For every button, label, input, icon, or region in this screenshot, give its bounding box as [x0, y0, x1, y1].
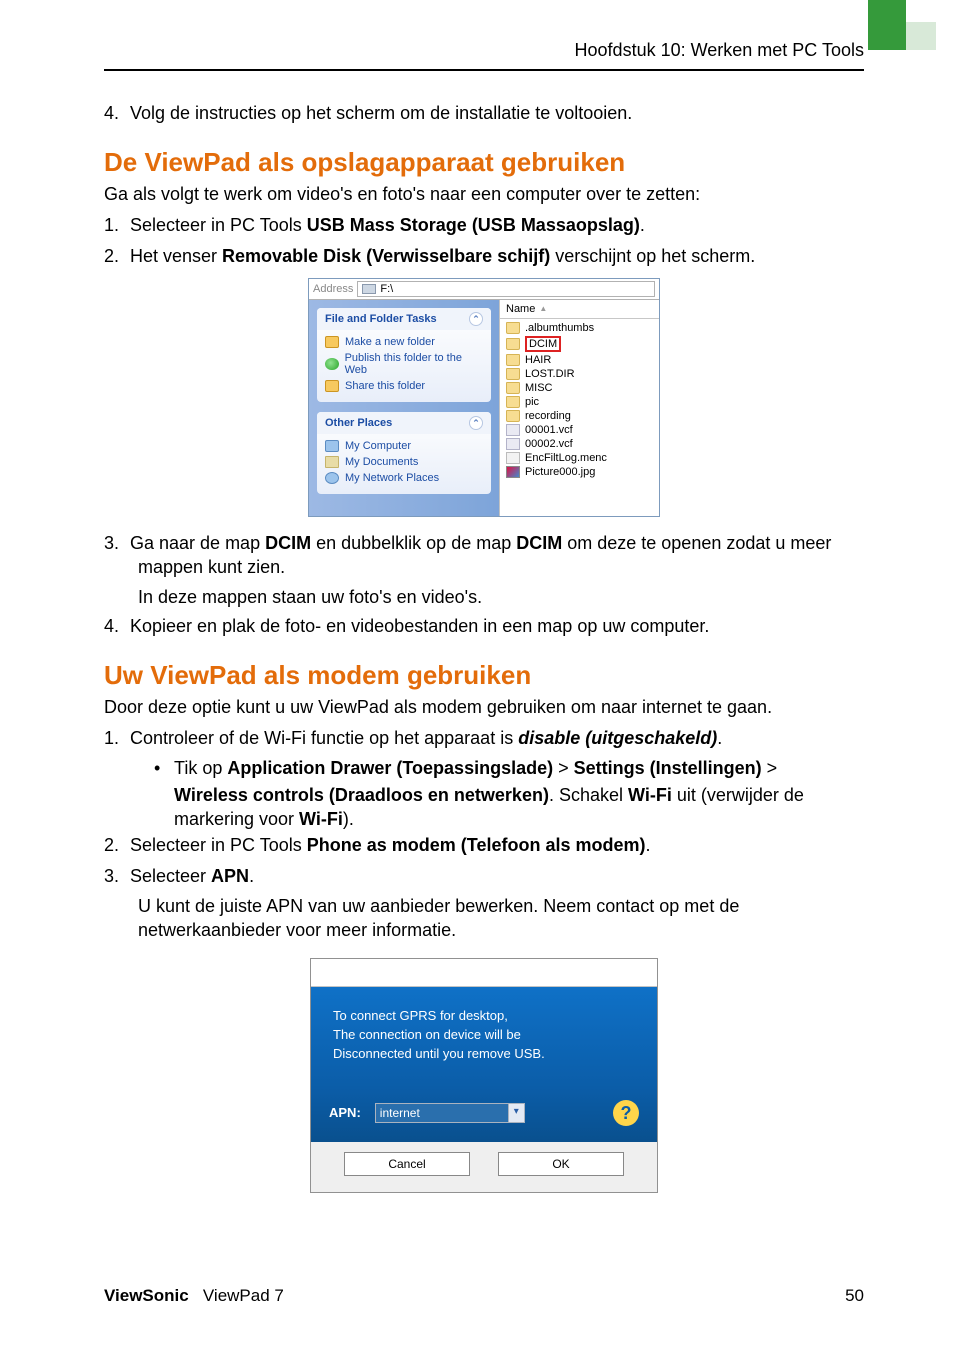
- documents-icon: [325, 456, 339, 468]
- name-column-header[interactable]: Name ▲: [500, 300, 659, 319]
- section2-lead: Door deze optie kunt u uw ViewPad als mo…: [104, 697, 864, 718]
- tasks-panel-head[interactable]: File and Folder Tasks ⌃: [317, 308, 491, 330]
- bullet-icon: •: [154, 756, 174, 780]
- places-panel: Other Places ⌃ My Computer My Documents …: [317, 412, 491, 494]
- file-icon: [506, 452, 520, 464]
- explorer-sidebar: File and Folder Tasks ⌃ Make a new folde…: [309, 300, 499, 516]
- apn-value: internet: [376, 1104, 508, 1122]
- places-panel-head[interactable]: Other Places ⌃: [317, 412, 491, 434]
- explorer-window: Address F:\ File and Folder Tasks ⌃ Make…: [308, 278, 660, 517]
- file-list-pane: Name ▲ .albumthumbs DCIM HAIR LOST.DIR M…: [499, 300, 659, 516]
- sec2-step1-bullet-cont: Wireless controls (Draadloos en netwerke…: [104, 783, 864, 832]
- section2-title: Uw ViewPad als modem gebruiken: [104, 660, 864, 691]
- section1-title: De ViewPad als opslagapparaat gebruiken: [104, 147, 864, 178]
- network-icon: [325, 472, 339, 484]
- place-my-computer[interactable]: My Computer: [325, 438, 483, 454]
- sec1-step4: 4.Kopieer en plak de foto- en videobesta…: [104, 614, 864, 638]
- sec1-step1: 1.Selecteer in PC Tools USB Mass Storage…: [104, 213, 864, 237]
- file-row[interactable]: recording: [506, 409, 653, 423]
- dialog-message: To connect GPRS for desktop, The connect…: [311, 987, 657, 1088]
- sec1-step2: 2.Het venser Removable Disk (Verwisselba…: [104, 244, 864, 268]
- folder-icon: [506, 338, 520, 350]
- drive-field[interactable]: F:\: [357, 281, 655, 297]
- file-row[interactable]: LOST.DIR: [506, 367, 653, 381]
- apn-dialog: To connect GPRS for desktop, The connect…: [310, 958, 658, 1193]
- intro-step-4: 4.Volg de instructies op het scherm om d…: [104, 101, 864, 125]
- file-row[interactable]: 00001.vcf: [506, 423, 653, 437]
- folder-icon: [506, 368, 520, 380]
- header-rule: [104, 69, 864, 71]
- sec2-step2: 2.Selecteer in PC Tools Phone as modem (…: [104, 833, 864, 857]
- dialog-buttons: Cancel OK: [311, 1142, 657, 1192]
- file-row[interactable]: pic: [506, 395, 653, 409]
- my-computer-icon: [325, 440, 339, 452]
- file-row[interactable]: EncFiltLog.menc: [506, 451, 653, 465]
- corner-accent: [868, 0, 906, 50]
- dialog-titlebar: [311, 959, 657, 987]
- help-icon[interactable]: ?: [613, 1100, 639, 1126]
- share-icon: [325, 380, 339, 392]
- sec2-step1-bullet: •Tik op Application Drawer (Toepassingsl…: [104, 756, 864, 780]
- ok-button[interactable]: OK: [498, 1152, 624, 1176]
- collapse-icon[interactable]: ⌃: [469, 312, 483, 326]
- place-my-documents[interactable]: My Documents: [325, 454, 483, 470]
- task-share[interactable]: Share this folder: [325, 378, 483, 394]
- vcf-icon: [506, 424, 520, 436]
- dropdown-icon[interactable]: ▾: [508, 1104, 524, 1122]
- folder-icon: [506, 322, 520, 334]
- dcim-highlight: DCIM: [525, 336, 561, 352]
- section1-lead: Ga als volgt te werk om video's en foto'…: [104, 184, 864, 205]
- collapse-icon[interactable]: ⌃: [469, 416, 483, 430]
- sec2-step1: 1.Controleer of de Wi-Fi functie op het …: [104, 726, 864, 750]
- folder-icon: [506, 410, 520, 422]
- step-number: 4.: [104, 101, 130, 125]
- address-label: Address: [313, 283, 353, 295]
- sec2-step3: 3.Selecteer APN.: [104, 864, 864, 888]
- folder-icon: [506, 382, 520, 394]
- sec1-step3-sub: In deze mappen staan uw foto's en video'…: [104, 585, 864, 609]
- page-footer: ViewSonic ViewPad 7 50: [104, 1286, 864, 1306]
- chapter-header: Hoofdstuk 10: Werken met PC Tools: [104, 40, 864, 61]
- apn-row: APN: internet ▾ ?: [311, 1088, 657, 1142]
- task-publish[interactable]: Publish this folder to the Web: [325, 350, 483, 378]
- globe-icon: [325, 358, 339, 370]
- page-number: 50: [845, 1286, 864, 1306]
- drive-icon: [362, 284, 376, 294]
- address-bar: Address F:\: [309, 279, 659, 300]
- folder-new-icon: [325, 336, 339, 348]
- tasks-panel: File and Folder Tasks ⌃ Make a new folde…: [317, 308, 491, 402]
- file-row[interactable]: 00002.vcf: [506, 437, 653, 451]
- folder-icon: [506, 354, 520, 366]
- file-row-dcim[interactable]: DCIM: [506, 335, 653, 353]
- place-my-network[interactable]: My Network Places: [325, 470, 483, 486]
- task-new-folder[interactable]: Make a new folder: [325, 334, 483, 350]
- apn-select[interactable]: internet ▾: [375, 1103, 525, 1123]
- page-body: Hoofdstuk 10: Werken met PC Tools 4.Volg…: [0, 0, 954, 1233]
- sec1-step3: 3.Ga naar de map DCIM en dubbelklik op d…: [104, 531, 864, 580]
- vcf-icon: [506, 438, 520, 450]
- file-row[interactable]: MISC: [506, 381, 653, 395]
- image-icon: [506, 466, 520, 478]
- apn-label: APN:: [329, 1105, 361, 1120]
- cancel-button[interactable]: Cancel: [344, 1152, 470, 1176]
- sec2-step3-sub: U kunt de juiste APN van uw aanbieder be…: [104, 894, 864, 943]
- file-row[interactable]: HAIR: [506, 353, 653, 367]
- folder-icon: [506, 396, 520, 408]
- sort-asc-icon: ▲: [539, 304, 547, 313]
- file-row[interactable]: Picture000.jpg: [506, 465, 653, 479]
- file-row[interactable]: .albumthumbs: [506, 321, 653, 335]
- footer-left: ViewSonic ViewPad 7: [104, 1286, 284, 1306]
